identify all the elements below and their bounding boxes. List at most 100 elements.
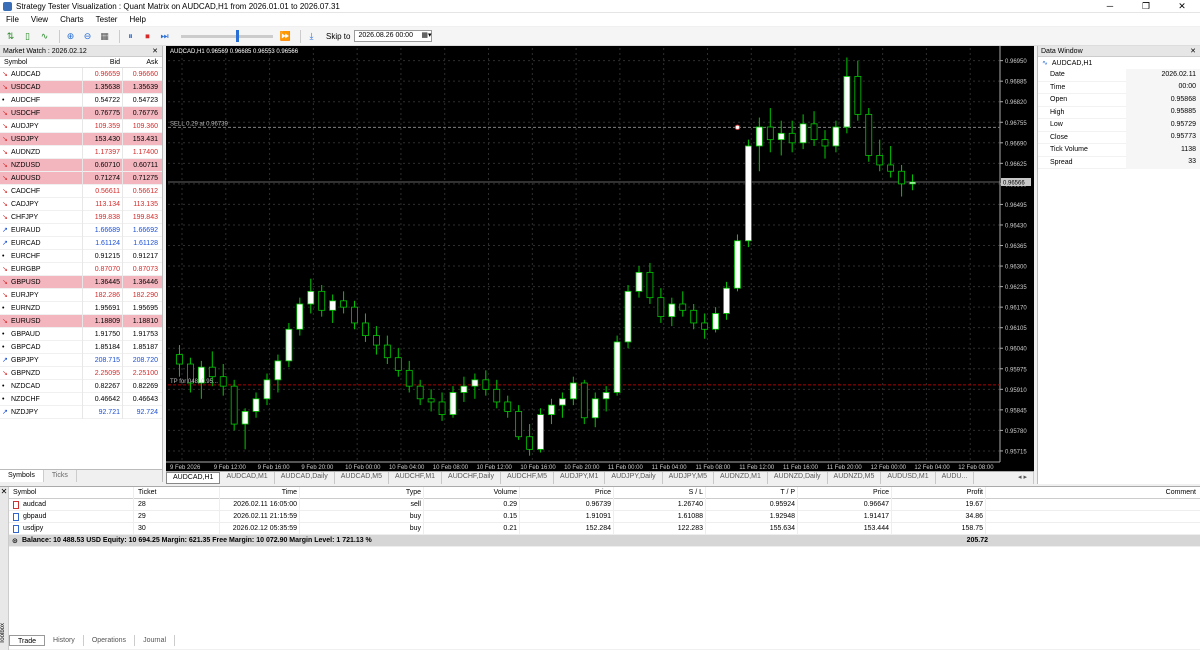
grid-icon[interactable]: ▦ [98,30,111,43]
market-watch-row[interactable]: ↘ GBPUSD 1.36445 1.36446 [0,275,162,289]
market-watch-row[interactable]: ↘ NZDUSD 0.60710 0.60711 [0,158,162,172]
market-watch-row[interactable]: • NZDCHF 0.46642 0.46643 [0,392,162,406]
chart-tab[interactable]: AUDU... [936,472,975,484]
chart-tab[interactable]: AUDJPY,M1 [554,472,606,484]
menu-file[interactable]: File [6,15,19,24]
market-watch-row[interactable]: • GBPCAD 1.85184 1.85187 [0,340,162,354]
chart-candles-icon[interactable]: ▯ [21,30,34,43]
market-watch-row[interactable]: ↘ USDCAD 1.35638 1.35639 [0,80,162,94]
chart-tab[interactable]: AUDNZD,Daily [768,472,828,484]
chart-tab[interactable]: AUDCAD,H1 [166,472,221,484]
ask-value: 2.25100 [122,366,162,380]
chart-bars-icon[interactable]: ⇅ [4,30,17,43]
chart-line-icon[interactable]: ∿ [38,30,51,43]
col-symbol[interactable]: Symbol [9,489,133,496]
ask-value: 1.95695 [122,301,162,315]
chart-tab[interactable]: AUDCAD,Daily [275,472,335,484]
tab-history[interactable]: History [45,635,84,646]
trade-row[interactable]: gbpaud 29 2026.02.11 21:15:59 buy 0.15 1.9109… [9,510,1200,523]
tab-symbols[interactable]: Symbols [0,470,44,482]
zoom-out-icon[interactable]: ⊖ [81,30,94,43]
menu-charts[interactable]: Charts [60,15,84,24]
speed-slider[interactable] [181,29,273,42]
chart-tab[interactable]: AUDNZD,M5 [828,472,882,484]
toolbox-close-icon[interactable]: ✕ [0,487,8,496]
col-current-price[interactable]: Price [797,486,891,499]
menu-help[interactable]: Help [129,15,145,24]
chart-tab[interactable]: AUDCHF,M5 [501,472,555,484]
candlestick-chart[interactable]: 0.96950 0.96885 0.96820 0.96755 0.96690 0.966… [166,46,1034,471]
fast-forward-icon[interactable]: ⏩ [279,30,292,43]
trade-table-header: Symbol Ticket Time Type Volume Price S /… [9,486,1200,499]
chart-tab[interactable]: AUDUSD,M1 [881,472,936,484]
market-watch-row[interactable]: ↘ CHFJPY 199.838 199.843 [0,210,162,224]
minimize-button[interactable]: ─ [1092,0,1128,12]
data-window-close-icon[interactable]: ✕ [1190,47,1196,55]
pause-icon[interactable]: ⏸ [124,30,137,43]
tab-operations[interactable]: Operations [84,635,136,646]
col-type[interactable]: Type [299,486,423,499]
trade-row[interactable]: usdjpy 30 2026.02.12 05:35:59 buy 0.21 152.28… [9,522,1200,535]
trade-row[interactable]: audcad 28 2026.02.11 16:05:00 sell 0.29 0.967… [9,498,1200,511]
market-watch-row[interactable]: ↘ EURGBP 0.87070 0.87073 [0,262,162,276]
zoom-in-icon[interactable]: ⊕ [64,30,77,43]
column-bid[interactable]: Bid [82,59,122,66]
chart-area[interactable]: 0.96950 0.96885 0.96820 0.96755 0.96690 0.966… [166,46,1034,484]
market-watch-row[interactable]: • EURNZD 1.95691 1.95695 [0,301,162,315]
candle-bear [416,385,424,400]
col-ticket[interactable]: Ticket [133,486,219,499]
market-watch-row[interactable]: • NZDCAD 0.82267 0.82269 [0,379,162,393]
maximize-button[interactable]: ❐ [1128,0,1164,12]
col-tp[interactable]: T / P [705,486,797,499]
candle-bull [635,271,643,292]
market-watch-row[interactable]: ↘ USDJPY 153.430 153.431 [0,132,162,146]
skip-to-date-input[interactable]: 2026.08.26 00:00 ▦▾ [354,30,433,42]
market-watch-row[interactable]: ↘ USDCHF 0.76775 0.76776 [0,106,162,120]
tab-trade[interactable]: Trade [9,635,46,646]
skip-to-icon[interactable]: ⤓ [305,30,318,43]
col-comment[interactable]: Comment [985,486,1200,499]
market-watch-row[interactable]: ↗ NZDJPY 92.721 92.724 [0,405,162,419]
step-forward-icon[interactable]: ⏭ [158,30,171,43]
market-watch-row[interactable]: • EURCHF 0.91215 0.91217 [0,249,162,263]
stop-icon[interactable]: ⏹ [141,30,154,43]
column-symbol[interactable]: Symbol [0,59,82,66]
speed-slider-thumb[interactable] [236,29,240,42]
tab-ticks[interactable]: Ticks [44,470,77,482]
chart-tab[interactable]: AUDJPY,Daily [605,472,663,484]
chart-tab[interactable]: AUDCHF,Daily [442,472,501,484]
tab-scroll-icon[interactable]: ◂ ▸ [1012,472,1034,484]
chart-tab[interactable]: AUDCHF,M1 [389,472,443,484]
market-watch-row[interactable]: ↗ EURAUD 1.66689 1.66692 [0,223,162,237]
market-watch-row[interactable]: ↗ EURCAD 1.61124 1.61128 [0,236,162,250]
chart-tab[interactable]: AUDNZD,M1 [714,472,768,484]
column-ask[interactable]: Ask [122,59,162,66]
col-time[interactable]: Time [219,486,299,499]
tab-journal[interactable]: Journal [135,635,176,646]
market-watch-row[interactable]: ↘ AUDJPY 109.359 109.360 [0,119,162,133]
close-button[interactable]: ✕ [1164,0,1200,12]
col-volume[interactable]: Volume [423,486,519,499]
market-watch-row[interactable]: • GBPAUD 1.91750 1.91753 [0,327,162,341]
market-watch-close-icon[interactable]: ✕ [152,47,158,55]
menu-view[interactable]: View [31,15,48,24]
col-sl[interactable]: S / L [613,486,705,499]
market-watch-row[interactable]: ↘ GBPNZD 2.25095 2.25100 [0,366,162,380]
chart-tab[interactable]: AUDCAD,M1 [220,472,275,484]
menu-tester[interactable]: Tester [96,15,118,24]
col-profit[interactable]: Profit [891,486,985,499]
chart-tab[interactable]: AUDJPY,M5 [663,472,715,484]
market-watch-row[interactable]: ↘ CADCHF 0.56611 0.56612 [0,184,162,198]
market-watch-row[interactable]: ↘ AUDUSD 0.71274 0.71275 [0,171,162,185]
calendar-icon[interactable]: ▦▾ [421,31,431,41]
market-watch-row[interactable]: • AUDCHF 0.54722 0.54723 [0,93,162,107]
market-watch-row[interactable]: ↗ GBPJPY 208.715 208.720 [0,353,162,367]
market-watch-row[interactable]: ↘ AUDCAD 0.96659 0.96660 [0,67,162,81]
chart-tab[interactable]: AUDCAD,M5 [335,472,389,484]
arrow-down-icon: ↘ [2,84,8,91]
market-watch-row[interactable]: ↘ EURUSD 1.18809 1.18810 [0,314,162,328]
market-watch-row[interactable]: ↘ CADJPY 113.134 113.135 [0,197,162,211]
market-watch-row[interactable]: ↘ AUDNZD 1.17397 1.17400 [0,145,162,159]
col-price[interactable]: Price [519,486,613,499]
market-watch-row[interactable]: ↘ EURJPY 182.286 182.290 [0,288,162,302]
